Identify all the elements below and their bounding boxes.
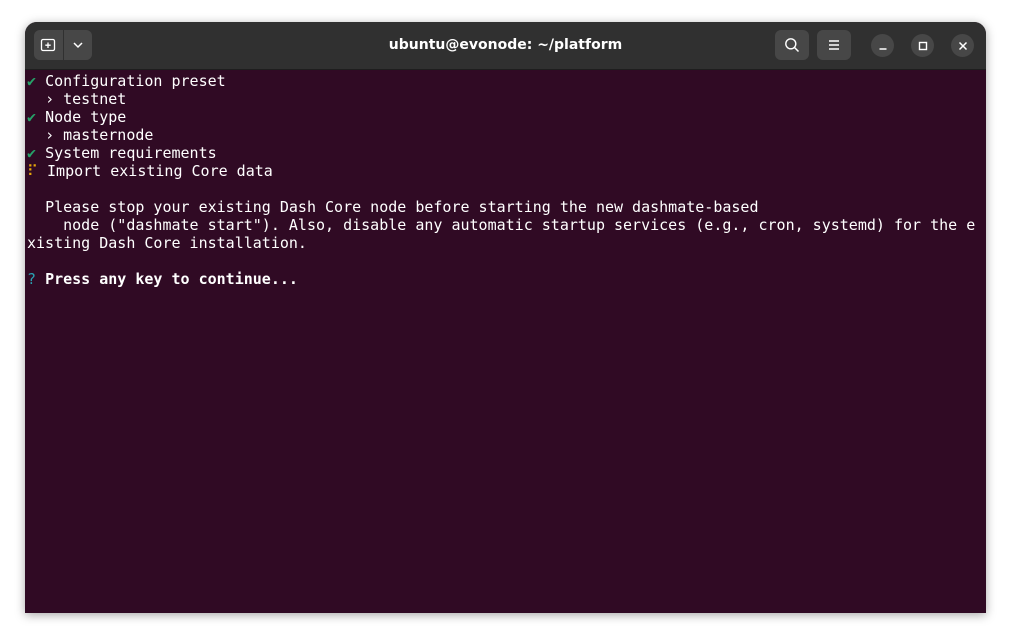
check-icon: ✔ xyxy=(27,72,37,90)
minimize-icon xyxy=(879,47,886,50)
check-icon: ✔ xyxy=(27,144,37,162)
prompt-text: Press any key to continue... xyxy=(45,270,298,288)
title-bar[interactable]: ubuntu@evonode: ~/platform xyxy=(25,22,986,70)
search-icon xyxy=(785,38,800,53)
maximize-icon xyxy=(918,41,927,50)
terminal-line: xisting Dash Core installation. xyxy=(27,234,307,252)
terminal-window: ubuntu@evonode: ~/platform ✔ Configurati… xyxy=(25,22,986,613)
terminal-line: node ("dashmate start"). Also, disable a… xyxy=(45,216,976,234)
terminal-line: ✔ Configuration preset xyxy=(27,72,226,90)
terminal-output[interactable]: ✔ Configuration preset › testnet ✔ Node … xyxy=(25,70,986,613)
new-tab-split-button xyxy=(34,30,92,60)
terminal-line: ✔ Node type xyxy=(27,108,127,126)
terminal-line: ✔ System requirements xyxy=(27,144,217,162)
close-icon xyxy=(958,41,967,50)
terminal-line: Please stop your existing Dash Core node… xyxy=(45,198,759,216)
terminal-line: › testnet xyxy=(45,90,127,108)
terminal-line: › masternode xyxy=(45,126,154,144)
close-button[interactable] xyxy=(951,34,974,57)
question-icon: ? xyxy=(27,270,37,288)
check-icon: ✔ xyxy=(27,108,37,126)
tab-options-dropdown-button[interactable] xyxy=(62,30,92,60)
terminal-line: ⠏ Import existing Core data xyxy=(27,162,273,180)
hamburger-menu-icon xyxy=(829,40,839,50)
spinner-icon: ⠏ xyxy=(27,162,38,180)
chevron-down-icon xyxy=(73,42,83,49)
minimize-button[interactable] xyxy=(871,34,894,57)
maximize-button[interactable] xyxy=(911,34,934,57)
new-tab-button[interactable] xyxy=(34,30,63,60)
terminal-prompt-line: ? Press any key to continue... xyxy=(27,270,298,288)
new-tab-icon xyxy=(41,38,56,52)
main-menu-button[interactable] xyxy=(817,30,851,60)
search-button[interactable] xyxy=(775,30,809,60)
